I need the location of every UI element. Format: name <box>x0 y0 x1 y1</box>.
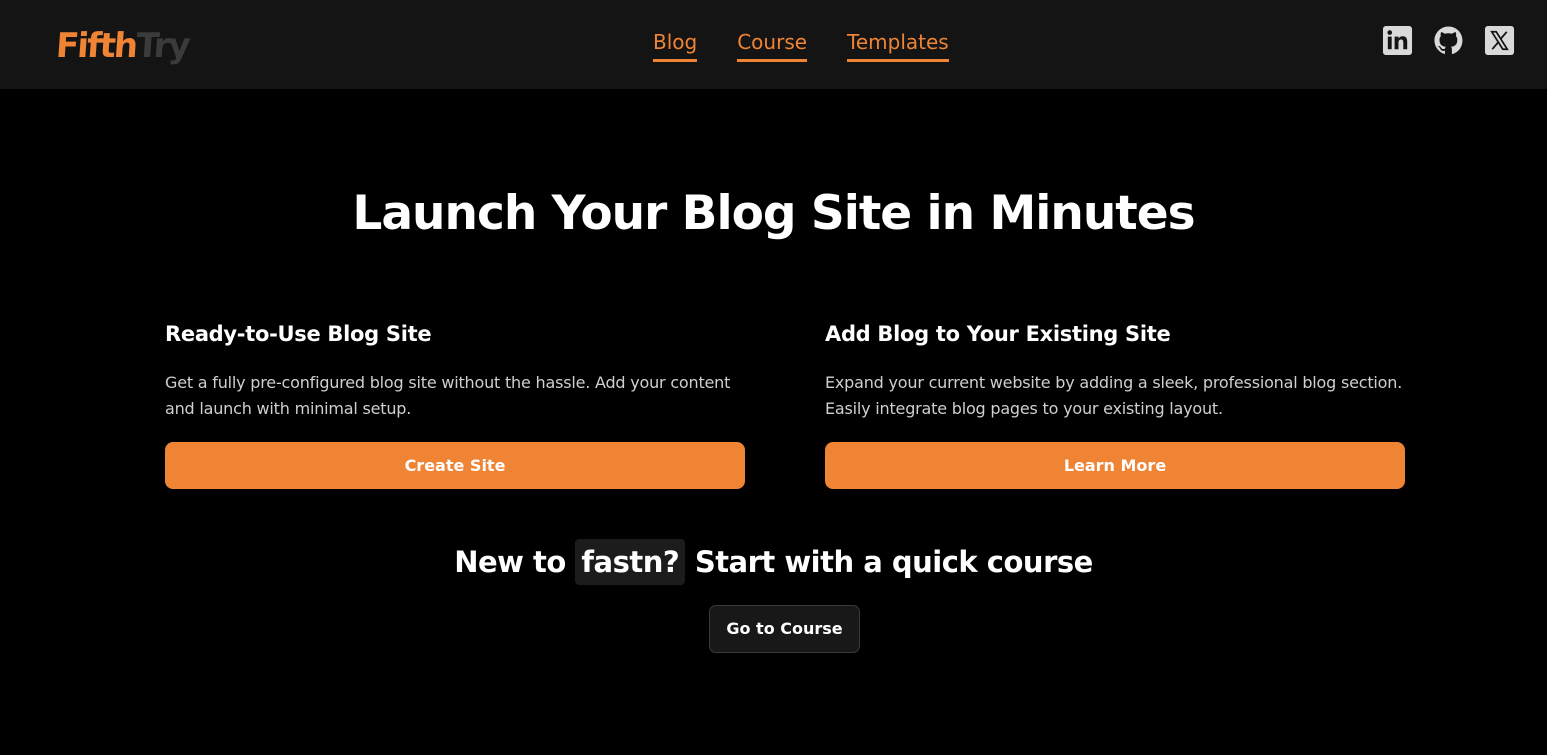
social-links <box>1382 25 1515 56</box>
learn-more-button[interactable]: Learn More <box>825 442 1405 489</box>
ready-to-use-card: Ready-to-Use Blog Site Get a fully pre-c… <box>165 318 745 489</box>
course-prompt: New to fastn? Start with a quick course <box>0 539 1547 585</box>
add-blog-card: Add Blog to Your Existing Site Expand yo… <box>825 318 1405 489</box>
create-site-button[interactable]: Create Site <box>165 442 745 489</box>
top-navigation-bar: FifthTry Blog Course Templates <box>0 0 1547 89</box>
course-prompt-prefix: New to <box>454 545 566 579</box>
card-description: Get a fully pre-configured blog site wit… <box>165 373 731 418</box>
nav-link-course[interactable]: Course <box>737 29 808 62</box>
logo-text-fifth: Fifth <box>54 26 138 66</box>
logo-text-try: Try <box>134 26 190 66</box>
card-title: Add Blog to Your Existing Site <box>825 322 1171 346</box>
github-icon[interactable] <box>1433 25 1464 56</box>
hero-title: Launch Your Blog Site in Minutes <box>352 186 1195 241</box>
card-title: Ready-to-Use Blog Site <box>165 322 432 346</box>
linkedin-icon[interactable] <box>1382 25 1413 56</box>
nav-link-blog[interactable]: Blog <box>653 29 698 62</box>
go-to-course-button[interactable]: Go to Course <box>709 605 860 653</box>
nav-link-templates[interactable]: Templates <box>847 29 949 62</box>
course-prompt-suffix: Start with a quick course <box>694 545 1094 579</box>
card-description: Expand your current website by adding a … <box>825 373 1403 418</box>
fastn-code-label: fastn? <box>575 539 686 585</box>
main-nav: Blog Course Templates <box>653 29 949 62</box>
fifthtry-logo[interactable]: FifthTry <box>55 26 190 66</box>
x-twitter-icon[interactable] <box>1484 25 1515 56</box>
